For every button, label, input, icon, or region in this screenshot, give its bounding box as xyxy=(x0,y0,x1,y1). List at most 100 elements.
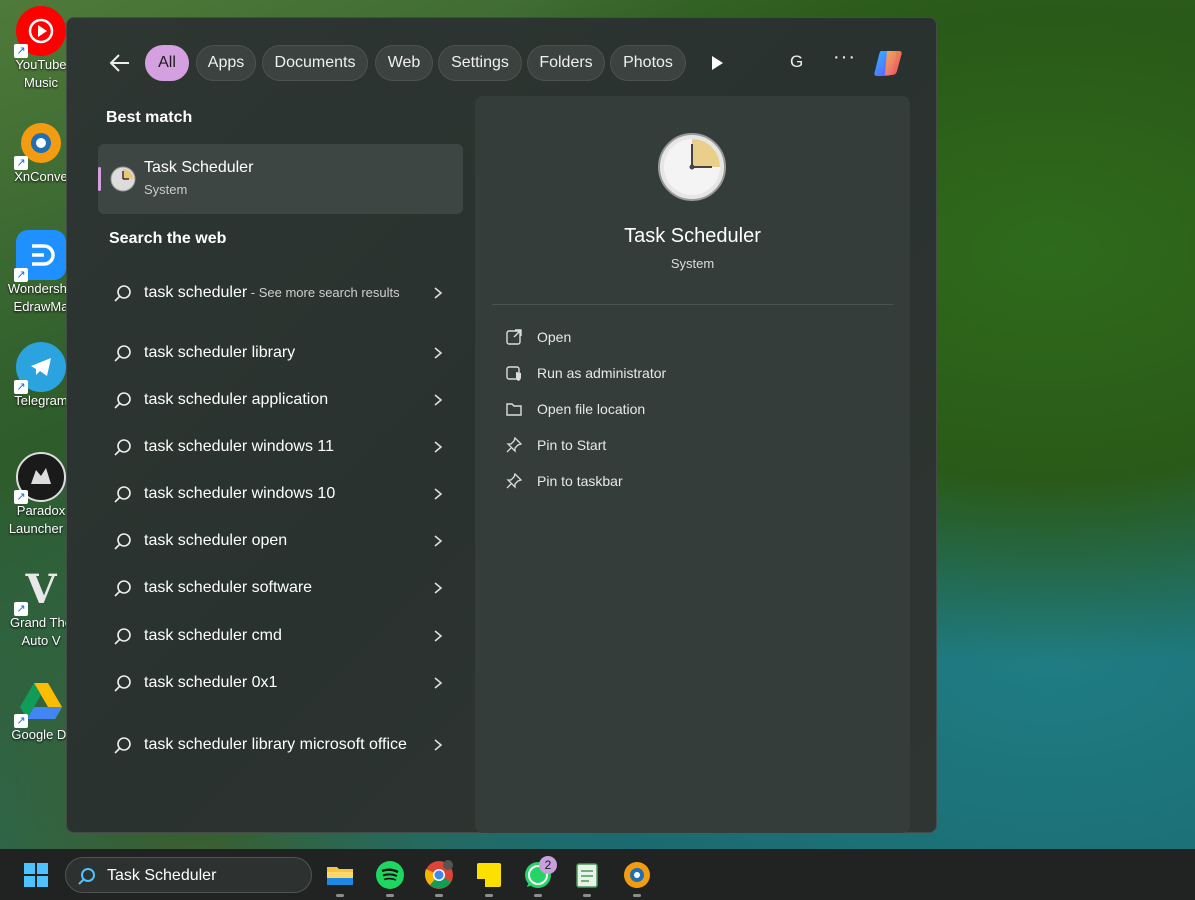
action-pin-to-taskbar[interactable]: Pin to taskbar xyxy=(505,467,885,495)
search-icon xyxy=(114,439,131,456)
chevron-right-icon xyxy=(434,535,443,547)
web-result-query: task scheduler cmd xyxy=(144,627,282,644)
web-result-item[interactable]: task scheduler cmd xyxy=(98,613,463,659)
search-web-heading: Search the web xyxy=(109,230,227,247)
best-match-heading: Best match xyxy=(106,109,193,126)
chevron-right-icon xyxy=(434,488,443,500)
shortcut-arrow-icon: ↗ xyxy=(14,268,28,282)
chevron-right-icon xyxy=(434,677,443,689)
action-label: Pin to taskbar xyxy=(537,473,623,489)
web-result-text: task scheduler cmd xyxy=(144,625,414,647)
chevron-right-icon xyxy=(434,347,443,359)
action-label: Open file location xyxy=(537,401,646,417)
notepad-icon[interactable] xyxy=(572,860,602,890)
running-indicator xyxy=(336,894,344,897)
web-result-query: task scheduler library microsoft office xyxy=(144,736,407,753)
filter-folders[interactable]: Folders xyxy=(527,45,605,81)
task-scheduler-icon xyxy=(110,166,136,192)
account-button[interactable]: G xyxy=(790,52,803,72)
web-result-item[interactable]: task scheduler application xyxy=(98,377,463,423)
action-open[interactable]: Open xyxy=(505,323,885,351)
file-explorer-icon[interactable] xyxy=(325,860,355,890)
filter-apps[interactable]: Apps xyxy=(196,45,256,81)
filter-web[interactable]: Web xyxy=(375,45,433,81)
web-result-query: task scheduler xyxy=(144,284,248,301)
search-icon xyxy=(78,868,95,885)
selection-accent xyxy=(98,167,101,191)
best-match-subtitle: System xyxy=(144,182,188,197)
open-external-icon xyxy=(506,329,522,345)
action-pin-to-start[interactable]: Pin to Start xyxy=(505,431,885,459)
more-filters-play-icon[interactable] xyxy=(709,54,725,72)
xnconvert-taskbar-icon[interactable] xyxy=(622,860,652,890)
notification-badge: 2 xyxy=(539,856,557,874)
filter-all[interactable]: All xyxy=(145,45,189,81)
more-options-button[interactable]: ··· xyxy=(833,46,856,69)
web-result-query: task scheduler windows 11 xyxy=(144,438,335,455)
taskbar-search-value: Task Scheduler xyxy=(107,867,217,884)
web-result-item[interactable]: task scheduler windows 10 xyxy=(98,471,463,517)
action-open-file-location[interactable]: Open file location xyxy=(505,395,885,423)
preview-subtitle: System xyxy=(670,256,715,271)
web-result-item[interactable]: task scheduler library microsoft office xyxy=(98,718,463,772)
action-label: Pin to Start xyxy=(537,437,607,453)
web-result-item[interactable]: task scheduler open xyxy=(98,518,463,564)
copilot-icon[interactable] xyxy=(871,47,905,79)
search-panel: All Apps Documents Web Settings Folders … xyxy=(66,17,937,833)
web-result-item[interactable]: task scheduler - See more search results xyxy=(98,270,463,316)
shortcut-arrow-icon: ↗ xyxy=(14,156,28,170)
preview-divider xyxy=(492,304,893,305)
running-indicator xyxy=(485,894,493,897)
web-result-item[interactable]: task scheduler 0x1 xyxy=(98,660,463,706)
shortcut-arrow-icon: ↗ xyxy=(14,380,28,394)
search-icon xyxy=(114,580,131,597)
running-indicator xyxy=(633,894,641,897)
shortcut-arrow-icon: ↗ xyxy=(14,602,28,616)
action-label: Run as administrator xyxy=(537,365,667,381)
web-result-item[interactable]: task scheduler software xyxy=(98,565,463,611)
taskbar-search-input[interactable]: Task Scheduler xyxy=(65,857,312,893)
filter-bar: All Apps Documents Web Settings Folders … xyxy=(67,44,936,82)
folder-icon xyxy=(506,403,522,416)
web-result-item[interactable]: task scheduler windows 11 xyxy=(98,424,463,470)
web-result-text: task scheduler library xyxy=(144,342,414,364)
preview-pane: Task Scheduler System Open Run as admini… xyxy=(475,96,910,833)
search-icon xyxy=(114,675,131,692)
best-match-item[interactable]: Task Scheduler System xyxy=(98,144,463,214)
preview-title: Task Scheduler xyxy=(624,225,761,247)
web-result-text: task scheduler - See more search results xyxy=(144,282,414,304)
taskbar: Task Scheduler 2 xyxy=(0,849,1195,900)
web-result-query: task scheduler software xyxy=(144,579,313,596)
search-icon xyxy=(114,533,131,550)
search-icon xyxy=(114,345,131,362)
best-match-title: Task Scheduler xyxy=(144,159,254,176)
web-result-query: task scheduler application xyxy=(144,391,329,408)
shortcut-arrow-icon: ↗ xyxy=(14,490,28,504)
chevron-right-icon xyxy=(434,287,443,299)
pin-icon xyxy=(506,436,523,453)
web-result-query: task scheduler windows 10 xyxy=(144,485,336,502)
running-indicator xyxy=(534,894,542,897)
back-arrow-icon[interactable] xyxy=(107,50,133,76)
chrome-icon[interactable] xyxy=(424,860,454,890)
web-result-query: task scheduler 0x1 xyxy=(144,674,278,691)
action-label: Open xyxy=(537,329,572,345)
filter-photos[interactable]: Photos xyxy=(610,45,686,81)
web-result-text: task scheduler library microsoft office xyxy=(144,734,414,756)
filter-documents[interactable]: Documents xyxy=(262,45,368,81)
search-icon xyxy=(114,285,131,302)
web-result-item[interactable]: task scheduler library xyxy=(98,330,463,376)
sticky-notes-icon[interactable] xyxy=(474,860,504,890)
windows-start-icon[interactable] xyxy=(24,863,48,887)
web-result-query: task scheduler open xyxy=(144,532,288,549)
running-indicator xyxy=(435,894,443,897)
admin-shield-icon xyxy=(506,366,521,381)
action-run-as-administrator[interactable]: Run as administrator xyxy=(505,359,885,387)
search-icon xyxy=(114,486,131,503)
spotify-icon[interactable] xyxy=(375,860,405,890)
chevron-right-icon xyxy=(434,394,443,406)
web-result-text: task scheduler application xyxy=(144,389,414,411)
filter-settings[interactable]: Settings xyxy=(438,45,522,81)
chevron-right-icon xyxy=(434,582,443,594)
search-icon xyxy=(114,737,131,754)
